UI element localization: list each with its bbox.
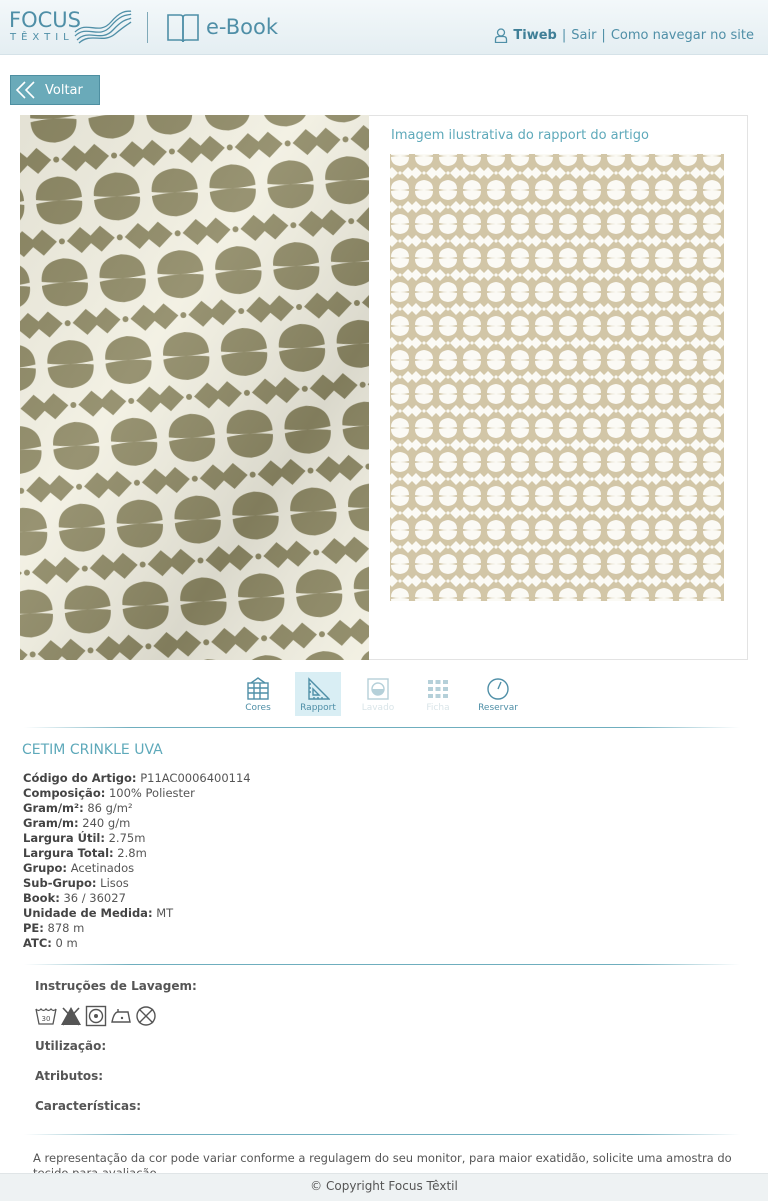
rapport-image[interactable] bbox=[390, 154, 724, 601]
tab-rapport[interactable]: Rapport bbox=[295, 672, 341, 716]
site-footer: © Copyright Focus Têxtil bbox=[0, 1173, 768, 1201]
iron-low-icon bbox=[111, 1009, 131, 1023]
fabric-image bbox=[20, 115, 369, 660]
product-photo[interactable] bbox=[20, 115, 369, 660]
open-book-icon bbox=[167, 14, 199, 43]
spec-label: Largura Útil: bbox=[23, 831, 105, 845]
spec-value: 240 g/m bbox=[82, 816, 131, 830]
back-button[interactable]: Voltar bbox=[10, 75, 100, 105]
header-divider bbox=[147, 12, 148, 43]
spec-value: 2.75m bbox=[108, 831, 146, 845]
spec-row: Sub-Grupo: Lisos bbox=[23, 876, 251, 891]
spec-label: Código do Artigo: bbox=[23, 771, 137, 785]
copyright-text: © Copyright Focus Têxtil bbox=[310, 1179, 458, 1193]
divider bbox=[24, 727, 740, 728]
spec-row: Gram/m: 240 g/m bbox=[23, 816, 251, 831]
spec-row: PE: 878 m bbox=[23, 921, 251, 936]
tab-cores[interactable]: Cores bbox=[228, 672, 288, 716]
set-square-icon bbox=[308, 677, 330, 700]
spec-row: Unidade de Medida: MT bbox=[23, 906, 251, 921]
spec-value: 36 / 36027 bbox=[63, 891, 126, 905]
nav-separator: | bbox=[601, 28, 606, 43]
logo-subtitle: TÊXTIL bbox=[10, 32, 74, 43]
tab-ficha[interactable]: Ficha bbox=[408, 672, 468, 716]
washed-icon bbox=[367, 678, 389, 700]
spec-value: Acetinados bbox=[70, 861, 135, 875]
spec-row: Código do Artigo: P11AC0006400114 bbox=[23, 771, 251, 786]
spec-row: ATC: 0 m bbox=[23, 936, 251, 951]
wash-instructions-title: Instruções de Lavagem: bbox=[35, 979, 197, 993]
spec-value: P11AC0006400114 bbox=[140, 771, 251, 785]
wash-icons: 30 bbox=[35, 1005, 157, 1027]
spec-row: Composição: 100% Poliester bbox=[23, 786, 251, 801]
spec-label: Gram/m²: bbox=[23, 801, 84, 815]
spec-value: 0 m bbox=[55, 936, 78, 950]
spec-value: 100% Poliester bbox=[108, 786, 195, 800]
spec-value: 2.8m bbox=[117, 846, 147, 860]
spec-label: Largura Total: bbox=[23, 846, 114, 860]
grid-icon bbox=[428, 680, 448, 698]
spec-label: Sub-Grupo: bbox=[23, 876, 97, 890]
characteristics-label: Características: bbox=[35, 1099, 142, 1113]
spec-value: 878 m bbox=[47, 921, 85, 935]
spec-value: 86 g/m² bbox=[87, 801, 133, 815]
tab-reservar[interactable]: Reservar bbox=[468, 672, 528, 716]
divider bbox=[24, 1134, 740, 1135]
product-name: CETIM CRINKLE UVA bbox=[22, 742, 163, 758]
tumble-dry-icon bbox=[85, 1005, 107, 1027]
palette-grid-icon bbox=[247, 677, 269, 700]
tab-ficha-label: Ficha bbox=[426, 703, 450, 713]
tab-lavado[interactable]: Lavado bbox=[348, 672, 408, 716]
wash-30-icon: 30 bbox=[35, 1007, 57, 1025]
rapport-panel: Imagem ilustrativa do rapport do artigo bbox=[369, 115, 748, 660]
spec-label: Book: bbox=[23, 891, 60, 905]
no-bleach-icon bbox=[61, 1007, 81, 1026]
user-name[interactable]: Tiweb bbox=[513, 28, 556, 43]
spec-value: MT bbox=[156, 906, 174, 920]
rapport-title: Imagem ilustrativa do rapport do artigo bbox=[391, 128, 649, 143]
spec-label: Gram/m: bbox=[23, 816, 79, 830]
back-button-label: Voltar bbox=[45, 82, 83, 98]
product-specs: Código do Artigo: P11AC0006400114 Compos… bbox=[23, 771, 251, 951]
no-dry-clean-icon bbox=[136, 1006, 156, 1026]
svg-text:30: 30 bbox=[42, 1015, 51, 1023]
logo-wordmark: FOCUS bbox=[9, 8, 81, 32]
spec-label: PE: bbox=[23, 921, 44, 935]
divider bbox=[24, 964, 740, 965]
usage-label: Utilização: bbox=[35, 1039, 107, 1053]
product-toolbar: Cores Rapport Lavado Ficha Reservar bbox=[228, 672, 528, 718]
attributes-label: Atributos: bbox=[35, 1069, 104, 1083]
spec-label: Grupo: bbox=[23, 861, 68, 875]
clock-icon bbox=[487, 678, 509, 700]
site-header: FOCUS TÊXTIL e-Book Tiweb | Sair | Como … bbox=[0, 0, 768, 55]
spec-label: ATC: bbox=[23, 936, 52, 950]
rapport-pattern-image bbox=[390, 154, 724, 601]
ebook-title: e-Book bbox=[206, 15, 279, 39]
user-nav: Tiweb | Sair | Como navegar no site bbox=[494, 28, 754, 43]
tab-rapport-label: Rapport bbox=[300, 703, 336, 713]
spec-label: Unidade de Medida: bbox=[23, 906, 153, 920]
tab-reservar-label: Reservar bbox=[478, 703, 518, 713]
spec-label: Composição: bbox=[23, 786, 106, 800]
help-link[interactable]: Como navegar no site bbox=[611, 28, 754, 43]
spec-row: Book: 36 / 36027 bbox=[23, 891, 251, 906]
logout-link[interactable]: Sair bbox=[571, 28, 596, 43]
spec-row: Grupo: Acetinados bbox=[23, 861, 251, 876]
tab-cores-label: Cores bbox=[245, 703, 271, 713]
spec-value: Lisos bbox=[100, 876, 129, 890]
spec-row: Largura Útil: 2.75m bbox=[23, 831, 251, 846]
focus-textil-logo[interactable]: FOCUS TÊXTIL bbox=[9, 8, 134, 46]
spec-row: Largura Total: 2.8m bbox=[23, 846, 251, 861]
double-chevron-left-icon bbox=[11, 81, 41, 99]
spec-row: Gram/m²: 86 g/m² bbox=[23, 801, 251, 816]
tab-lavado-label: Lavado bbox=[361, 703, 395, 713]
user-icon bbox=[495, 28, 508, 43]
logo-waves-icon bbox=[74, 10, 132, 44]
nav-separator: | bbox=[561, 28, 567, 43]
